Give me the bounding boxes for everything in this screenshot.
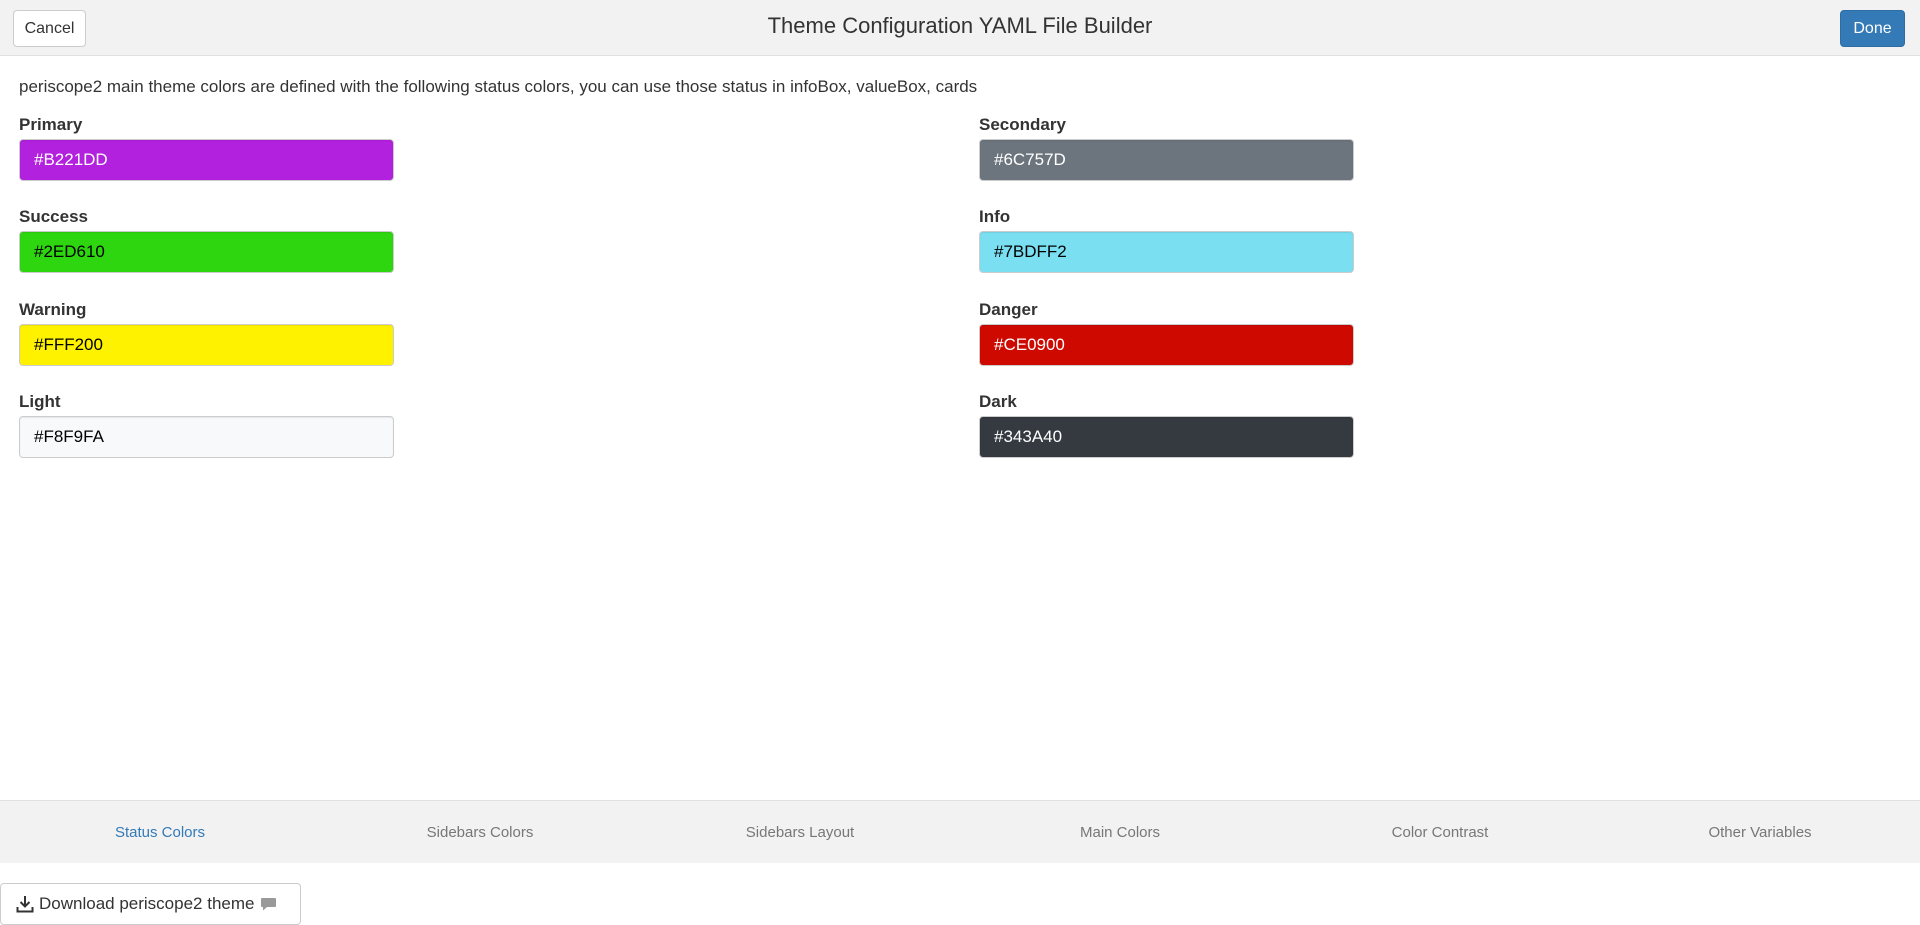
field-primary: Primary (19, 115, 394, 181)
light-label: Light (19, 392, 61, 411)
field-danger: Danger (979, 300, 1354, 366)
light-color-input[interactable] (19, 416, 394, 458)
secondary-color-input[interactable] (979, 139, 1354, 181)
description-text: periscope2 main theme colors are defined… (19, 77, 978, 96)
tab-color-contrast[interactable]: Color Contrast (1280, 801, 1600, 864)
info-label: Info (979, 207, 1011, 226)
tab-status-colors[interactable]: Status Colors (0, 801, 320, 864)
success-color-input[interactable] (19, 231, 394, 273)
secondary-label: Secondary (979, 115, 1066, 134)
dark-color-input[interactable] (979, 416, 1354, 458)
danger-label: Danger (979, 300, 1038, 319)
tab-sidebars-layout[interactable]: Sidebars Layout (640, 801, 960, 864)
field-dark: Dark (979, 392, 1354, 458)
warning-color-input[interactable] (19, 324, 394, 366)
primary-label: Primary (19, 115, 83, 134)
download-label: Download periscope2 theme (39, 894, 255, 913)
tab-sidebars-colors[interactable]: Sidebars Colors (320, 801, 640, 864)
page-title: Theme Configuration YAML File Builder (767, 13, 1153, 38)
download-theme-button[interactable]: Download periscope2 theme (0, 883, 301, 925)
primary-color-input[interactable] (19, 139, 394, 181)
info-color-input[interactable] (979, 231, 1354, 273)
field-light: Light (19, 392, 394, 458)
download-icon (16, 895, 34, 913)
success-label: Success (19, 207, 88, 226)
field-warning: Warning (19, 300, 394, 366)
field-success: Success (19, 207, 394, 273)
comment-icon (260, 897, 277, 912)
tab-main-colors[interactable]: Main Colors (960, 801, 1280, 864)
done-button[interactable]: Done (1840, 10, 1905, 47)
warning-label: Warning (19, 300, 87, 319)
danger-color-input[interactable] (979, 324, 1354, 366)
tab-other-variables[interactable]: Other Variables (1600, 801, 1920, 864)
field-info: Info (979, 207, 1354, 273)
top-bar: Cancel Theme Configuration YAML File Bui… (0, 0, 1920, 56)
field-secondary: Secondary (979, 115, 1354, 181)
section-tabs: Status Colors Sidebars Colors Sidebars L… (0, 800, 1920, 863)
dark-label: Dark (979, 392, 1017, 411)
